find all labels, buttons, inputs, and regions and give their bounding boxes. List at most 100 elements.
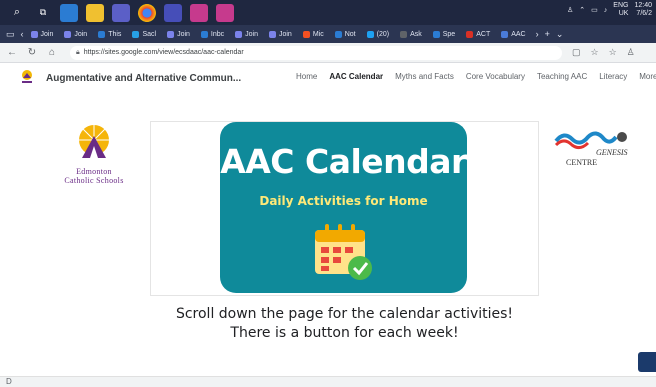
browser-tab[interactable]: Not bbox=[331, 27, 360, 41]
site-title[interactable]: Augmentative and Alternative Commun... bbox=[46, 73, 241, 84]
teams-icon[interactable] bbox=[164, 3, 182, 22]
new-tab-icon[interactable]: + bbox=[545, 29, 550, 39]
nav-item-myths-and-facts[interactable]: Myths and Facts bbox=[395, 72, 454, 81]
app-icon[interactable] bbox=[216, 3, 234, 22]
tab-dropdown-icon[interactable]: ⌄ bbox=[556, 29, 564, 40]
tab-label: Ask bbox=[410, 30, 422, 38]
browser-tab[interactable]: Sacl bbox=[128, 27, 160, 41]
genesis-line1: GENESIS bbox=[596, 148, 628, 157]
cursor-icon: D bbox=[6, 377, 12, 386]
nav-item-aac-calendar[interactable]: AAC Calendar bbox=[329, 72, 383, 81]
browser-tab[interactable]: Ask bbox=[396, 27, 426, 41]
chevron-up-icon[interactable]: ⌃ bbox=[579, 6, 585, 14]
browser-tab[interactable]: Join bbox=[265, 27, 296, 41]
site-nav: Home AAC Calendar Myths and Facts Core Voca… bbox=[296, 72, 656, 81]
tab-favicon-icon bbox=[466, 30, 474, 38]
search-icon[interactable]: ⌕ bbox=[8, 4, 26, 22]
tab-favicon-icon bbox=[268, 30, 276, 38]
browser-tab[interactable]: Join bbox=[60, 27, 91, 41]
tab-favicon-icon bbox=[400, 30, 408, 38]
browser-tab[interactable]: Join bbox=[163, 27, 194, 41]
scroll-line2: There is a button for each week! bbox=[230, 325, 459, 341]
tab-favicon-icon bbox=[334, 30, 342, 38]
tab-label: Join bbox=[245, 30, 258, 38]
tab-strip: ▭ ‹ Join Join This Sacl Join Inbc Join Join Mic N… bbox=[0, 25, 656, 43]
site-logo[interactable] bbox=[20, 69, 34, 87]
reader-icon[interactable]: ▢ bbox=[572, 47, 581, 58]
tab-favicon-icon bbox=[200, 30, 208, 38]
tab-favicon-icon bbox=[501, 30, 509, 38]
tab-label: Mic bbox=[312, 30, 324, 38]
person-icon[interactable]: ♙ bbox=[567, 6, 573, 14]
tab-favicon-icon bbox=[366, 30, 374, 38]
browser-tab[interactable]: Join bbox=[231, 27, 262, 41]
tab-favicon-icon bbox=[64, 30, 72, 38]
tab-scroll-right-icon[interactable]: › bbox=[536, 29, 539, 39]
address-bar: ← ↻ ⌂ 🔒︎ https://sites.google.com/view/e… bbox=[0, 43, 656, 63]
volume-icon[interactable]: ♪ bbox=[604, 7, 608, 14]
ecs-logo: Edmonton Catholic Schools bbox=[52, 122, 136, 185]
tab-label: This bbox=[108, 30, 122, 38]
browser-tab[interactable]: Inbc bbox=[197, 27, 228, 41]
app-icon[interactable] bbox=[190, 3, 208, 22]
aac-calendar-banner: AAC Calendar Daily Activities for Home bbox=[220, 122, 467, 293]
tab-label: Inbc bbox=[210, 30, 225, 38]
tab-label: Join bbox=[177, 30, 190, 38]
nav-item-core-vocabulary[interactable]: Core Vocabulary bbox=[466, 72, 525, 81]
tab-favicon-icon bbox=[167, 30, 175, 38]
browser-tab[interactable]: This bbox=[94, 27, 125, 41]
scroll-line1: Scroll down the page for the calendar ac… bbox=[175, 306, 514, 322]
back-icon[interactable]: ← bbox=[4, 47, 20, 58]
tab-favicon-icon bbox=[98, 30, 106, 38]
browser-tab[interactable]: Join bbox=[27, 27, 58, 41]
clock[interactable]: 12:40 7/6/2 bbox=[634, 2, 652, 18]
calendar-check-icon bbox=[315, 224, 372, 280]
teams-icon[interactable] bbox=[112, 3, 130, 22]
favorite-icon[interactable]: ☆ bbox=[591, 47, 599, 58]
app-icon[interactable] bbox=[60, 3, 78, 22]
tab-scroll-left-icon[interactable]: ‹ bbox=[21, 29, 24, 39]
nav-item-teaching-aac[interactable]: Teaching AAC bbox=[537, 72, 587, 81]
tab-favicon-icon bbox=[235, 30, 243, 38]
clock-date: 7/6/2 bbox=[636, 10, 652, 17]
nav-item-literacy[interactable]: Literacy bbox=[599, 72, 627, 81]
tab-label: Join bbox=[40, 30, 54, 38]
nav-item-home[interactable]: Home bbox=[296, 72, 317, 81]
lock-icon: 🔒︎ bbox=[76, 48, 80, 56]
nav-item-more[interactable]: More bbox=[639, 72, 656, 81]
chrome-icon[interactable] bbox=[138, 3, 156, 22]
tab-label: Join bbox=[278, 30, 292, 38]
genesis-centre-logo: GENESIS CENTRE bbox=[552, 127, 632, 171]
tab-label: Sacl bbox=[142, 30, 157, 38]
tab-favicon-icon bbox=[30, 30, 38, 38]
url-field[interactable]: 🔒︎ https://sites.google.com/view/ecsdaac… bbox=[70, 45, 562, 60]
browser-tab[interactable]: ACT bbox=[462, 27, 494, 41]
reload-icon[interactable]: ↻ bbox=[24, 47, 40, 58]
banner-subtitle: Daily Activities for Home bbox=[259, 194, 428, 208]
banner-title: AAC Calendar bbox=[220, 142, 467, 181]
ecs-name-line1: Edmonton bbox=[76, 167, 112, 176]
browser-tab[interactable]: AAC bbox=[497, 27, 529, 41]
favorites-bar-icon[interactable]: ☆ bbox=[609, 47, 617, 58]
tab-label: Spe bbox=[442, 30, 456, 38]
browser-tab[interactable]: (20) bbox=[363, 27, 393, 41]
tab-label: ACT bbox=[476, 30, 491, 38]
home-icon[interactable]: ⌂ bbox=[44, 47, 60, 58]
task-view-icon[interactable]: ⧉ bbox=[34, 4, 52, 22]
clock-time: 12:40 bbox=[634, 2, 652, 9]
tab-favicon-icon bbox=[302, 30, 310, 38]
network-icon[interactable]: ▭ bbox=[591, 6, 598, 14]
ecs-sunburst-icon bbox=[79, 125, 109, 158]
file-explorer-icon[interactable] bbox=[86, 3, 104, 22]
tab-actions-icon[interactable]: ▭ bbox=[6, 29, 15, 40]
browser-tab[interactable]: Mic bbox=[299, 27, 328, 41]
tab-label: (20) bbox=[376, 30, 390, 38]
browser-tab[interactable]: Spe bbox=[429, 27, 459, 41]
system-tray: ♙ ⌃ ▭ ♪ ENG UK 12:40 7/6/2 bbox=[567, 2, 652, 18]
side-panel-button[interactable] bbox=[638, 352, 656, 372]
language-indicator[interactable]: ENG UK bbox=[613, 2, 628, 18]
lang-top: ENG bbox=[613, 2, 629, 9]
tab-label: Not bbox=[344, 30, 356, 38]
tab-favicon-icon bbox=[132, 30, 140, 38]
profile-icon[interactable]: ♙ bbox=[627, 47, 635, 58]
